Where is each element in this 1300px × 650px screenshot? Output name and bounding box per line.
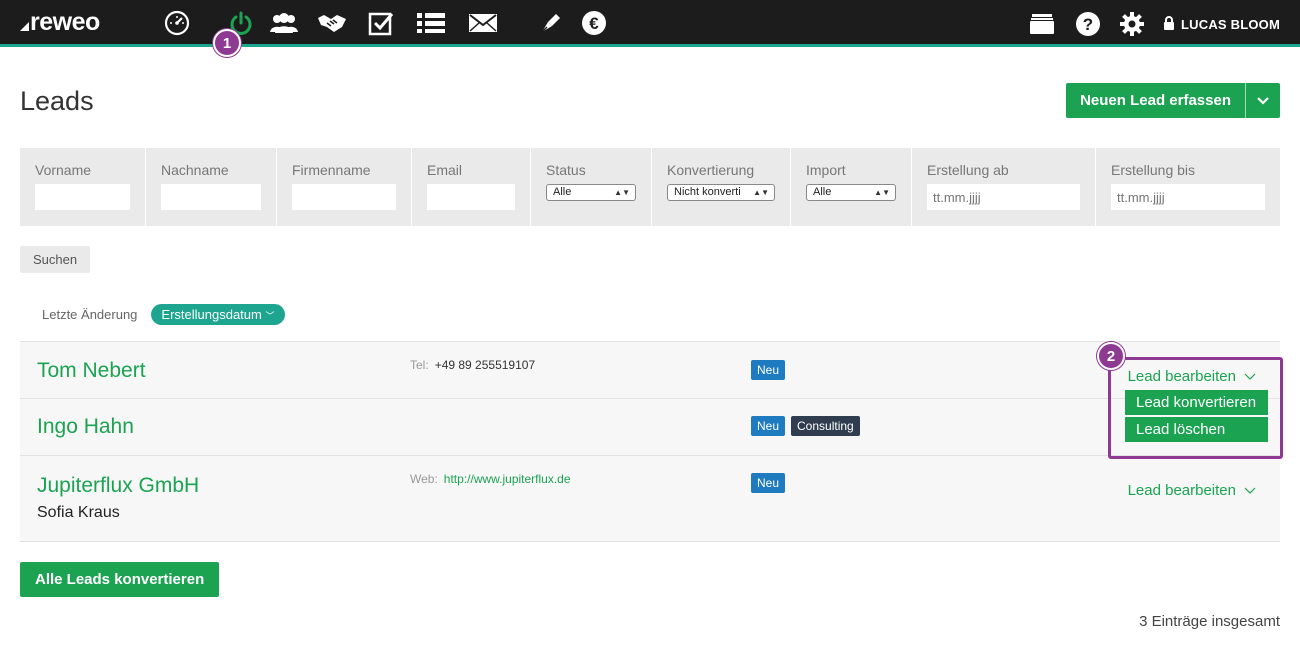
import-select[interactable]: Alle ▲▼ [806, 184, 896, 201]
filter-conversion: Konvertierung Nicht konverti ▲▼ [652, 148, 791, 226]
email-input[interactable] [427, 184, 515, 210]
page-title: Leads [20, 86, 94, 116]
pen-icon[interactable] [536, 9, 566, 37]
top-navigation-bar: reweo € ? LUCAS BLOOM [0, 0, 1300, 47]
last-name-input[interactable] [161, 184, 261, 210]
lead-contact-person: Sofia Kraus [37, 504, 120, 521]
filter-label: Firmenname [292, 162, 371, 178]
website-link[interactable]: http://www.jupiterflux.de [444, 472, 571, 486]
mail-icon[interactable] [468, 9, 498, 37]
created-to-date-input[interactable] [1111, 184, 1265, 210]
leads-list: Tom Nebert Tel: +49 89 255519107 Neu Lead… [20, 341, 1280, 542]
annotation-marker-2: 2 [1097, 342, 1125, 370]
list-item: Ingo Hahn Neu Consulting [20, 399, 1280, 456]
contact-phone: +49 89 255519107 [434, 358, 536, 372]
status-badge: Neu [751, 416, 786, 436]
select-arrows-icon: ▲▼ [614, 188, 630, 197]
conversion-selected: Nicht konverti [674, 186, 741, 198]
sort-created-label: Erstellungsdatum [161, 307, 262, 322]
lead-contact: Web: http://www.jupiterflux.de [410, 472, 571, 486]
settings-icon[interactable] [1117, 10, 1147, 38]
list-item: Jupiterflux GmbH Sofia Kraus Web: http://… [20, 456, 1280, 542]
filter-email: Email [412, 148, 531, 226]
list-icon[interactable] [416, 9, 446, 37]
filter-label: Status [546, 162, 586, 178]
first-name-input[interactable] [35, 184, 130, 210]
filter-label: Nachname [161, 162, 229, 178]
filter-status: Status Alle ▲▼ [531, 148, 652, 226]
lead-name[interactable]: Jupiterflux GmbH [37, 474, 199, 498]
import-selected: Alle [813, 186, 832, 198]
dashboard-icon[interactable] [162, 9, 192, 37]
lead-badges: Neu [751, 360, 786, 380]
logo-text: reweo [30, 8, 100, 36]
lock-icon [1163, 16, 1175, 33]
status-selected: Alle [553, 186, 572, 198]
filter-label: Konvertierung [667, 162, 755, 178]
euro-icon[interactable]: € [579, 9, 609, 37]
lead-badges: Neu Consulting [751, 416, 860, 436]
company-input[interactable] [292, 184, 396, 210]
sort-last-change[interactable]: Letzte Änderung [42, 307, 137, 322]
filter-company: Firmenname [277, 148, 412, 226]
svg-text:€: € [589, 14, 599, 33]
status-select[interactable]: Alle ▲▼ [546, 184, 636, 201]
conversion-select[interactable]: Nicht konverti ▲▼ [667, 184, 775, 201]
user-name: LUCAS BLOOM [1181, 17, 1280, 32]
lead-badges: Neu [751, 473, 786, 493]
lead-delete-menu-item[interactable]: Lead löschen [1125, 417, 1268, 442]
sort-options: Letzte Änderung Erstellungsdatum ﹀ [42, 304, 285, 325]
tasks-icon[interactable] [366, 9, 396, 37]
filter-import: Import Alle ▲▼ [791, 148, 912, 226]
convert-all-leads-button[interactable]: Alle Leads konvertieren [20, 562, 220, 597]
total-entries-count: 3 Einträge insgesamt [1139, 613, 1280, 630]
help-icon[interactable]: ? [1073, 10, 1103, 38]
select-arrows-icon: ▲▼ [753, 188, 769, 197]
status-badge: Neu [751, 473, 786, 493]
lead-filter-panel: Vorname Nachname Firmenname Email Status… [20, 148, 1280, 226]
new-lead-button-group: Neuen Lead erfassen [1066, 83, 1280, 118]
status-badge: Neu [751, 360, 786, 380]
chevron-down-icon: ﹀ [265, 311, 275, 321]
category-badge: Consulting [791, 416, 860, 436]
lead-contact: Tel: +49 89 255519107 [410, 358, 535, 372]
sort-created-date-pill[interactable]: Erstellungsdatum ﹀ [151, 304, 285, 325]
created-from-date-input[interactable] [927, 184, 1080, 210]
lead-convert-menu-item[interactable]: Lead konvertieren [1125, 390, 1268, 415]
lead-name[interactable]: Ingo Hahn [37, 415, 134, 439]
contact-label: Tel: [410, 358, 429, 372]
filter-last-name: Nachname [146, 148, 277, 226]
annotation-marker-1: 1 [213, 29, 241, 57]
chevron-down-icon[interactable] [1246, 83, 1280, 118]
list-item: Tom Nebert Tel: +49 89 255519107 Neu Lead… [20, 342, 1280, 399]
lead-name[interactable]: Tom Nebert [37, 359, 146, 383]
filter-first-name: Vorname [20, 148, 146, 226]
folder-icon[interactable] [1027, 10, 1057, 38]
select-arrows-icon: ▲▼ [874, 188, 890, 197]
search-button[interactable]: Suchen [20, 246, 91, 273]
handshake-icon[interactable] [317, 9, 347, 37]
filter-created-to: Erstellung bis [1096, 148, 1280, 226]
lead-edit-label: Lead bearbeiten [1127, 482, 1236, 499]
filter-label: Vorname [35, 162, 92, 178]
contacts-icon[interactable] [269, 9, 299, 37]
filter-created-from: Erstellung ab [912, 148, 1096, 226]
user-menu[interactable]: LUCAS BLOOM [1163, 16, 1280, 33]
new-lead-button[interactable]: Neuen Lead erfassen [1066, 83, 1246, 118]
filter-label: Email [427, 162, 463, 178]
reweo-logo[interactable]: reweo [20, 8, 100, 37]
contact-label: Web: [410, 472, 438, 486]
filter-label: Import [806, 162, 846, 178]
filter-label: Erstellung ab [927, 162, 1009, 178]
lead-edit-dropdown[interactable]: Lead bearbeiten [1128, 482, 1256, 499]
chevron-down-icon [1244, 487, 1256, 494]
filter-label: Erstellung bis [1111, 162, 1196, 178]
svg-text:?: ? [1083, 15, 1093, 34]
